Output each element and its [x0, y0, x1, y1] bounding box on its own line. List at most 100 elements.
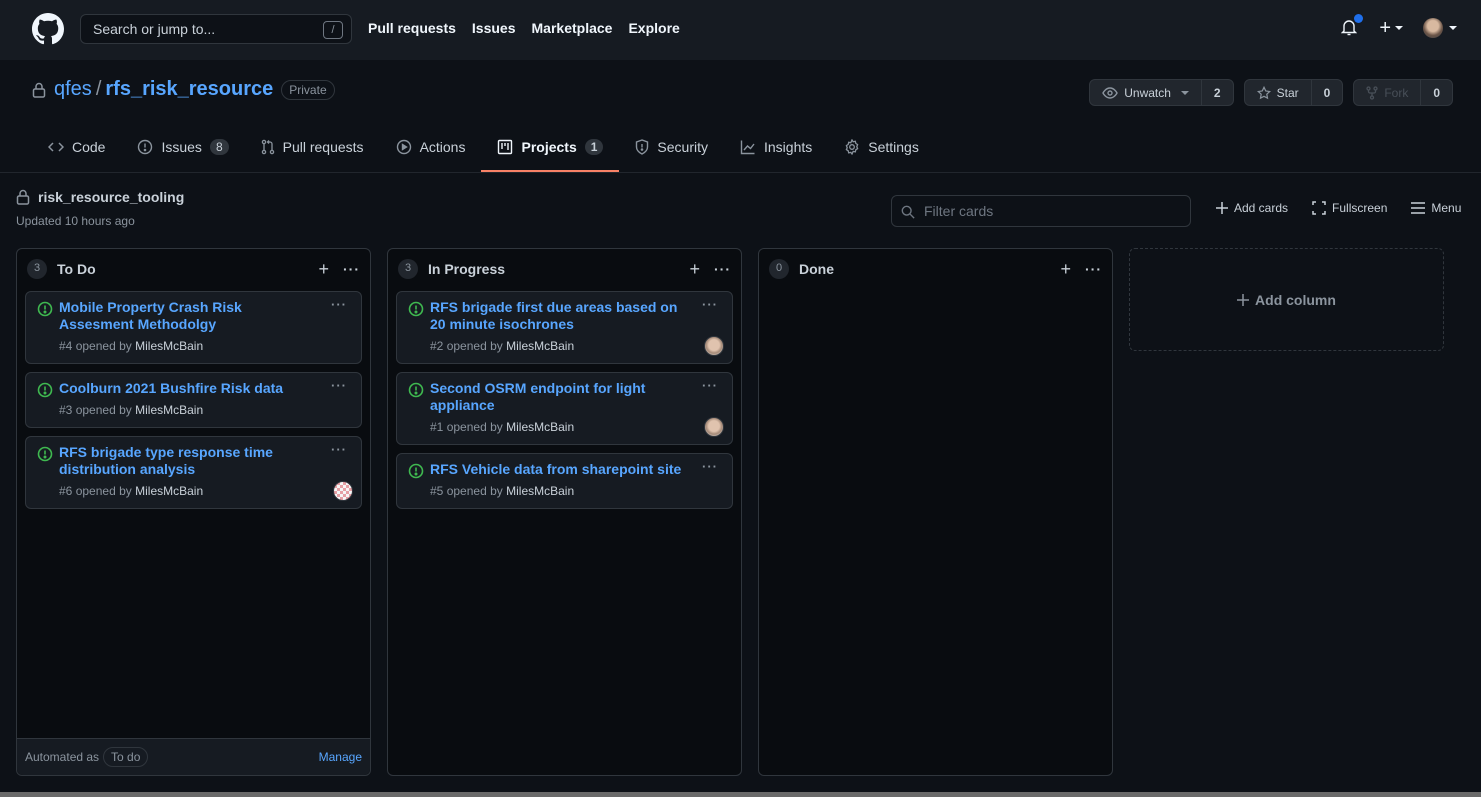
stars-count[interactable]: 0 [1312, 80, 1343, 105]
card-more-icon[interactable]: ··· [331, 297, 347, 312]
add-card-plus-icon[interactable]: + [1060, 260, 1071, 278]
card-more-icon[interactable]: ··· [702, 297, 718, 312]
forks-count[interactable]: 0 [1421, 80, 1452, 105]
issue-title-link[interactable]: RFS brigade type response time distribut… [59, 444, 351, 478]
column-name: To Do [57, 261, 96, 277]
opened-by-text: opened by [446, 484, 503, 498]
caret-down-icon [1449, 26, 1457, 30]
fullscreen-button[interactable]: Fullscreen [1312, 201, 1387, 215]
opened-by-text: opened by [446, 339, 503, 353]
repo-owner-link[interactable]: qfes [54, 78, 92, 101]
card-more-icon[interactable]: ··· [702, 378, 718, 393]
fork-button[interactable]: Fork [1354, 80, 1422, 105]
tab-settings[interactable]: Settings [828, 131, 935, 163]
nav-issues[interactable]: Issues [472, 20, 516, 36]
column-name: In Progress [428, 261, 506, 277]
assignee-avatar[interactable] [704, 417, 724, 437]
global-search-input[interactable]: Search or jump to... / [80, 14, 352, 44]
project-updated-time: Updated 10 hours ago [16, 214, 135, 228]
nav-explore[interactable]: Explore [628, 20, 679, 36]
repo-name-link[interactable]: rfs_risk_resource [105, 78, 273, 101]
github-logo-icon[interactable] [32, 13, 64, 45]
user-menu-dropdown[interactable] [1423, 18, 1457, 38]
add-cards-button[interactable]: Add cards [1216, 201, 1288, 215]
add-card-plus-icon[interactable]: + [318, 260, 329, 278]
nav-pull-requests[interactable]: Pull requests [368, 20, 456, 36]
issue-title-link[interactable]: RFS Vehicle data from sharepoint site [430, 461, 722, 478]
issue-card[interactable]: RFS brigade first due areas based on 20 … [396, 291, 733, 364]
issue-card[interactable]: RFS brigade type response time distribut… [25, 436, 362, 509]
issue-meta: #4 opened by MilesMcBain [59, 339, 351, 353]
column-more-icon[interactable]: ··· [343, 261, 360, 277]
project-column-in-progress: 3 In Progress + ··· RFS brigade first du… [387, 248, 742, 776]
issue-author-link[interactable]: MilesMcBain [135, 484, 203, 498]
issues-counter: 8 [209, 139, 229, 155]
tab-code[interactable]: Code [32, 131, 121, 163]
issue-author-link[interactable]: MilesMcBain [506, 484, 574, 498]
column-more-icon[interactable]: ··· [714, 261, 731, 277]
issue-author-link[interactable]: MilesMcBain [506, 339, 574, 353]
issue-meta: #2 opened by MilesMcBain [430, 339, 722, 353]
tab-issues[interactable]: Issues 8 [121, 131, 244, 163]
issue-meta: #3 opened by MilesMcBain [59, 403, 351, 417]
column-more-icon[interactable]: ··· [1085, 261, 1102, 277]
tab-insights[interactable]: Insights [724, 131, 828, 163]
gear-icon [845, 139, 859, 155]
graph-icon [740, 140, 755, 155]
search-placeholder: Search or jump to... [93, 21, 216, 37]
assignee-avatar[interactable] [704, 336, 724, 356]
issue-title-link[interactable]: Mobile Property Crash Risk Assesment Met… [59, 299, 351, 333]
issue-author-link[interactable]: MilesMcBain [135, 339, 203, 353]
tab-pull-requests[interactable]: Pull requests [245, 131, 380, 163]
watchers-count[interactable]: 2 [1202, 80, 1233, 105]
issue-card[interactable]: Second OSRM endpoint for light appliance… [396, 372, 733, 445]
project-toolbar: Add cards Fullscreen Menu [1216, 201, 1461, 215]
tab-projects[interactable]: Projects 1 [481, 131, 620, 172]
card-more-icon[interactable]: ··· [331, 378, 347, 393]
menu-label: Menu [1431, 201, 1462, 215]
tab-actions[interactable]: Actions [380, 131, 482, 163]
column-name: Done [799, 261, 834, 277]
issue-number: #2 [430, 339, 444, 353]
menu-button[interactable]: Menu [1411, 201, 1461, 215]
tab-security[interactable]: Security [619, 131, 724, 163]
issue-card[interactable]: RFS Vehicle data from sharepoint site #5… [396, 453, 733, 509]
issue-card[interactable]: Coolburn 2021 Bushfire Risk data #3 open… [25, 372, 362, 428]
assignee-avatar[interactable] [333, 481, 353, 501]
unwatch-button[interactable]: Unwatch [1090, 80, 1202, 105]
card-more-icon[interactable]: ··· [702, 459, 718, 474]
repo-tabs: Code Issues 8 Pull requests Actions Proj… [32, 131, 935, 172]
tab-label: Actions [419, 139, 466, 155]
tab-label: Insights [764, 139, 813, 155]
search-shortcut-hint: / [323, 21, 343, 39]
star-button[interactable]: Star [1245, 80, 1312, 105]
issue-number: #4 [59, 339, 73, 353]
issue-opened-icon [37, 446, 53, 462]
opened-by-text: opened by [75, 339, 132, 353]
filter-cards-input[interactable] [924, 201, 1174, 221]
card-more-icon[interactable]: ··· [331, 442, 347, 457]
add-column-button[interactable]: Add column [1129, 248, 1444, 351]
issue-card[interactable]: Mobile Property Crash Risk Assesment Met… [25, 291, 362, 364]
issue-title-link[interactable]: Second OSRM endpoint for light appliance [430, 380, 722, 414]
issue-author-link[interactable]: MilesMcBain [506, 420, 574, 434]
filter-cards-field[interactable] [891, 195, 1191, 227]
column-card-count: 3 [27, 259, 47, 279]
manage-automation-link[interactable]: Manage [319, 750, 362, 764]
column-card-count: 3 [398, 259, 418, 279]
issue-title-link[interactable]: RFS brigade first due areas based on 20 … [430, 299, 722, 333]
nav-marketplace[interactable]: Marketplace [532, 20, 613, 36]
issue-title-link[interactable]: Coolburn 2021 Bushfire Risk data [59, 380, 351, 397]
issue-opened-icon [37, 382, 53, 398]
caret-down-icon [1180, 90, 1189, 95]
star-button-group: Star 0 [1243, 79, 1344, 106]
unwatch-label: Unwatch [1124, 85, 1171, 100]
issue-meta: #1 opened by MilesMcBain [430, 420, 722, 434]
notifications-button[interactable] [1341, 14, 1364, 38]
create-new-dropdown[interactable]: + [1379, 18, 1403, 38]
fork-button-group: Fork 0 [1353, 79, 1453, 106]
add-card-plus-icon[interactable]: + [689, 260, 700, 278]
pull-request-icon [261, 139, 274, 155]
watch-button-group: Unwatch 2 [1089, 79, 1234, 106]
issue-author-link[interactable]: MilesMcBain [135, 403, 203, 417]
